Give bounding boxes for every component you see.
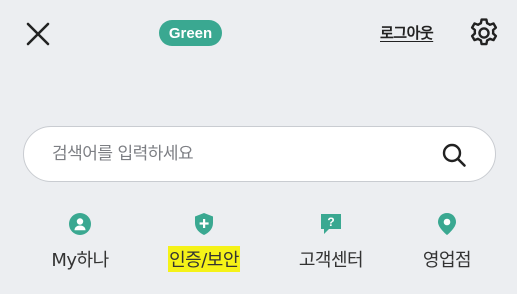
close-button[interactable] — [24, 20, 52, 48]
nav-item-my-hana[interactable]: My하나 — [30, 212, 130, 276]
nav-item-auth-security[interactable]: 인증/보안 — [154, 212, 254, 276]
close-icon[interactable] — [24, 20, 52, 48]
search-input[interactable] — [50, 143, 434, 165]
search-icon[interactable] — [441, 142, 467, 168]
grade-badge: Green — [159, 20, 222, 46]
logout-link[interactable]: 로그아웃 — [380, 20, 434, 46]
settings-button[interactable] — [467, 16, 501, 50]
nav-label: 인증/보안 — [168, 246, 240, 272]
nav-label: 고객센터 — [298, 250, 364, 271]
question-chat-icon: ? — [319, 212, 343, 236]
nav-label: My하나 — [51, 250, 109, 271]
nav-item-branch[interactable]: 영업점 — [397, 212, 497, 276]
svg-text:?: ? — [327, 215, 334, 229]
shield-plus-icon — [192, 212, 216, 236]
gear-icon[interactable] — [467, 16, 501, 50]
search-bar[interactable] — [23, 126, 496, 182]
nav-label: 영업점 — [422, 250, 472, 271]
map-pin-icon — [435, 212, 459, 236]
person-icon — [68, 212, 92, 236]
nav-item-customer-center[interactable]: ? 고객센터 — [281, 212, 381, 276]
